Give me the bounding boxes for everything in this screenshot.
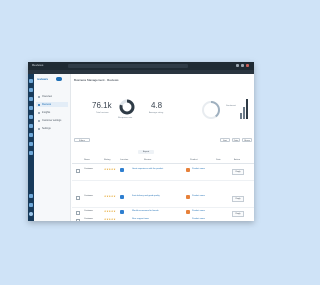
customer-icon xyxy=(38,119,40,122)
date-button[interactable]: Date xyxy=(232,138,240,142)
chart-icon[interactable] xyxy=(29,88,33,92)
mini-bar xyxy=(243,107,245,119)
star-rating: ★★★★★ xyxy=(104,218,116,221)
mini-bar xyxy=(240,113,242,119)
message-icon[interactable] xyxy=(29,106,33,110)
reviewer-name: Customer xyxy=(84,195,94,197)
product-icon xyxy=(186,210,190,214)
column-header[interactable]: Name xyxy=(84,159,90,161)
page-title: Business Management · Reviews xyxy=(74,78,119,82)
row-checkbox[interactable] xyxy=(76,169,80,173)
location-icon xyxy=(120,168,124,172)
reviewer-name: Customer xyxy=(84,168,94,170)
sidebar-item-reviews[interactable]: Reviews xyxy=(36,102,68,107)
row-checkbox[interactable] xyxy=(76,211,80,215)
reviewer-name: Customer xyxy=(84,210,94,212)
insights-icon xyxy=(38,111,40,114)
column-header[interactable]: Date xyxy=(216,159,221,161)
tag-icon[interactable] xyxy=(29,142,33,146)
product-icon xyxy=(186,168,190,172)
average-rating-label: Average rating xyxy=(149,112,164,114)
product-icon xyxy=(186,195,190,199)
reply-button[interactable]: Reply xyxy=(232,196,244,202)
brand-name: reviews xyxy=(37,77,49,81)
sidebar-item-label: Overview xyxy=(42,95,52,98)
overview-icon xyxy=(38,95,40,98)
table-header: Name Rating Location Review Product Date… xyxy=(72,158,254,164)
column-header[interactable]: Rating xyxy=(104,159,110,161)
review-text[interactable]: Fast delivery and good quality xyxy=(132,195,184,197)
column-header[interactable]: Location xyxy=(120,159,128,161)
help-icon[interactable] xyxy=(29,194,33,198)
mini-bar-chart xyxy=(240,99,250,119)
column-header[interactable]: Product xyxy=(190,159,198,161)
average-rating-value: 4.8 xyxy=(151,101,163,110)
star-rating: ★★★★★ xyxy=(104,210,116,213)
sentiment-label: Sentiment xyxy=(226,105,236,107)
sidebar-item-label: Settings xyxy=(42,127,51,130)
column-header: Action xyxy=(234,159,241,161)
table-row[interactable]: Customer ★★★★★ Fast delivery and good qu… xyxy=(72,193,254,208)
avatar[interactable] xyxy=(29,212,33,216)
address-bar[interactable] xyxy=(68,64,188,68)
main-content: Business Management · Reviews 76.1k Tota… xyxy=(72,74,254,221)
total-reviews-label: Total reviews xyxy=(96,112,109,114)
export-tab[interactable]: Export xyxy=(138,150,154,154)
location-icon xyxy=(120,210,124,214)
product-name[interactable]: Product name xyxy=(192,210,214,212)
bell-icon[interactable] xyxy=(29,124,33,128)
table-row[interactable]: Customer ★★★★★ Great experience with the… xyxy=(72,166,254,181)
share-button[interactable]: Share xyxy=(242,138,252,142)
star-icon[interactable] xyxy=(29,97,33,101)
sidebar-item-overview[interactable]: Overview xyxy=(36,94,68,99)
star-rating: ★★★★★ xyxy=(104,195,116,198)
sidebar: reviews Overview Reviews Insights Custom… xyxy=(34,74,71,221)
folder-icon[interactable] xyxy=(29,151,33,155)
gear-icon[interactable] xyxy=(29,203,33,207)
sidebar-item-label: Customer settings xyxy=(42,119,62,122)
brand-badge xyxy=(56,77,62,81)
sidebar-item-insights[interactable]: Insights xyxy=(36,110,68,115)
settings-icon xyxy=(38,127,40,130)
product-name[interactable]: Product name xyxy=(192,218,214,220)
product-name[interactable]: Product name xyxy=(192,195,214,197)
sidebar-item-settings[interactable]: Settings xyxy=(36,126,68,131)
row-checkbox[interactable] xyxy=(76,219,80,221)
review-text[interactable]: Great experience with the product xyxy=(132,168,184,170)
app-window: Reviews reviews Overview Reviews Insight… xyxy=(28,62,254,221)
reviews-icon xyxy=(38,103,40,106)
sidebar-item-label: Reviews xyxy=(42,103,52,106)
response-donut xyxy=(119,99,135,115)
star-rating: ★★★★★ xyxy=(104,168,116,171)
window-title: Reviews xyxy=(32,63,44,67)
mini-bar xyxy=(246,99,248,119)
reply-button[interactable]: Reply xyxy=(232,169,244,175)
maximize-icon[interactable] xyxy=(241,64,244,67)
sidebar-item-customer-settings[interactable]: Customer settings xyxy=(36,118,68,123)
sort-button[interactable]: Sort xyxy=(220,138,230,142)
review-text[interactable]: Would recommend to friends xyxy=(132,210,184,212)
location-icon xyxy=(120,195,124,199)
reply-button[interactable]: Reply xyxy=(232,211,244,217)
total-reviews-value: 76.1k xyxy=(92,101,112,110)
row-checkbox[interactable] xyxy=(76,196,80,200)
calendar-icon[interactable] xyxy=(29,133,33,137)
filters-button[interactable]: Filters xyxy=(74,138,90,142)
title-bar: Reviews xyxy=(28,62,254,70)
close-icon[interactable] xyxy=(246,64,249,67)
sentiment-donut xyxy=(202,101,220,119)
table-row[interactable]: Customer ★★★★★ Nice support team Product… xyxy=(72,218,254,221)
reviewer-name: Customer xyxy=(84,218,94,220)
response-label: Response rate xyxy=(118,117,133,119)
home-icon[interactable] xyxy=(29,79,33,83)
product-name[interactable]: Product name xyxy=(192,168,214,170)
minimize-icon[interactable] xyxy=(236,64,239,67)
review-text[interactable]: Nice support team xyxy=(132,218,184,220)
users-icon[interactable] xyxy=(29,115,33,119)
sidebar-item-label: Insights xyxy=(42,111,51,114)
column-header[interactable]: Review xyxy=(144,159,151,161)
